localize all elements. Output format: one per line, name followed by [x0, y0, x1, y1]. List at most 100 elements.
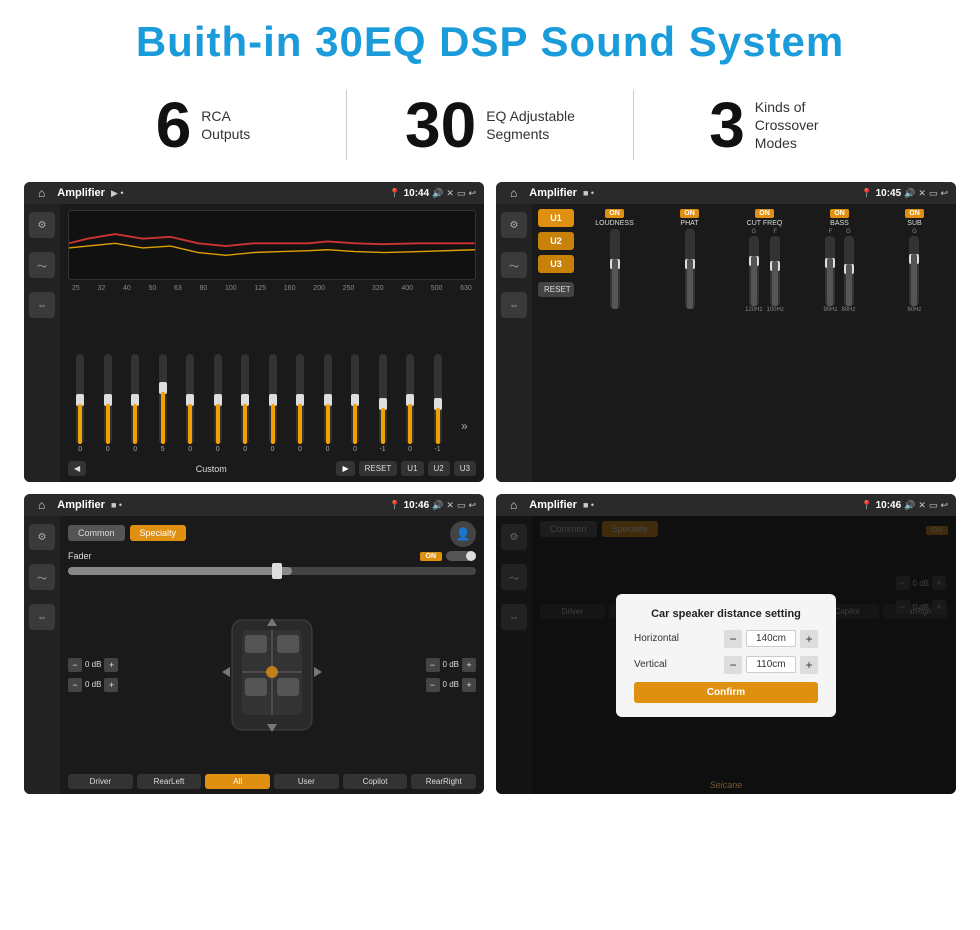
- user-btn[interactable]: User: [274, 774, 339, 789]
- eq-screen: ⌂ Amplifier ▶ • 📍 10:44 🔊 ✕ ▭ ↩ ⚙ 〜 ⇔: [24, 182, 484, 482]
- amp-status-bar: ⌂ Amplifier ■ • 📍 10:45 🔊 ✕ ▭ ↩: [496, 182, 956, 204]
- horizontal-value: 140cm: [746, 630, 796, 647]
- db-val-3: 0 dB: [443, 660, 459, 669]
- amp-phat-on[interactable]: ON: [680, 209, 699, 218]
- speaker-db-row1: − 0 dB +: [68, 658, 118, 672]
- amp-cutfreq-f-slider[interactable]: [770, 236, 780, 306]
- fader-screen: ⌂ Amplifier ■ • 📍 10:46 🔊 ✕ ▭ ↩ ⚙ 〜 ⇔: [24, 494, 484, 794]
- dialog-back-icon[interactable]: ↩: [940, 500, 948, 511]
- profile-icon[interactable]: 👤: [450, 521, 476, 547]
- fader-sidebar-btn2[interactable]: 〜: [29, 564, 55, 590]
- eq-graph: [68, 210, 476, 280]
- db-minus-2[interactable]: −: [68, 678, 82, 692]
- stat-eq-label: EQ AdjustableSegments: [486, 107, 575, 143]
- distance-dialog: Car speaker distance setting Horizontal …: [616, 594, 836, 717]
- fader-sidebar-btn3[interactable]: ⇔: [29, 604, 55, 630]
- amp-bass-name: BASS: [830, 220, 849, 227]
- dialog-content: ⚙ 〜 ⇔ Common Specialty ON Driver RearLef…: [496, 516, 956, 794]
- dialog-vertical-label: Vertical: [634, 659, 689, 670]
- rearleft-btn[interactable]: RearLeft: [137, 774, 202, 789]
- eq-u3-btn[interactable]: U3: [454, 461, 476, 476]
- eq-prev-btn[interactable]: ◀: [68, 461, 86, 476]
- amp-sidebar-btn2[interactable]: 〜: [501, 252, 527, 278]
- amp-sub-on[interactable]: ON: [905, 209, 924, 218]
- amp-loudness-on[interactable]: ON: [605, 209, 624, 218]
- copilot-btn[interactable]: Copilot: [343, 774, 408, 789]
- fader-on-badge[interactable]: ON: [420, 552, 443, 561]
- eq-slider-10: 0: [324, 354, 332, 453]
- fader-toggle[interactable]: [446, 551, 476, 561]
- db-val-1: 0 dB: [85, 660, 101, 669]
- horizontal-minus-btn[interactable]: −: [724, 630, 742, 648]
- amp-loudness-slider[interactable]: [610, 229, 620, 309]
- vertical-minus-btn[interactable]: −: [724, 656, 742, 674]
- fader-toggle-thumb: [466, 551, 476, 561]
- all-btn[interactable]: All: [205, 774, 270, 789]
- db-minus-3[interactable]: −: [426, 658, 440, 672]
- fader-sidebar-btn1[interactable]: ⚙: [29, 524, 55, 550]
- db-minus-4[interactable]: −: [426, 678, 440, 692]
- dialog-window-icon: ▭: [929, 500, 938, 511]
- eq-u1-btn[interactable]: U1: [401, 461, 423, 476]
- db-plus-1[interactable]: +: [104, 658, 118, 672]
- amp-reset-btn[interactable]: RESET: [538, 282, 574, 297]
- eq-play-btn[interactable]: ▶: [336, 461, 354, 476]
- fader-label-row: Fader ON: [68, 551, 476, 561]
- amp-u3-btn[interactable]: U3: [538, 255, 574, 273]
- dialog-overlay: Car speaker distance setting Horizontal …: [496, 516, 956, 794]
- eq-reset-btn[interactable]: RESET: [359, 461, 398, 476]
- speaker-left-col: − 0 dB + − 0 dB +: [68, 658, 118, 692]
- fader-back-icon[interactable]: ↩: [468, 500, 476, 511]
- confirm-button[interactable]: Confirm: [634, 682, 818, 703]
- amp-home-icon[interactable]: ⌂: [504, 186, 523, 200]
- amp-cutfreq-g-slider[interactable]: [749, 236, 759, 306]
- amp-bass-f-slider[interactable]: [825, 236, 835, 306]
- home-icon[interactable]: ⌂: [32, 186, 51, 200]
- fader-specialty-tab[interactable]: Specialty: [130, 525, 187, 541]
- amp-cutfreq-g: G 120Hz: [745, 229, 762, 314]
- db-plus-4[interactable]: +: [462, 678, 476, 692]
- amp-bass-on[interactable]: ON: [830, 209, 849, 218]
- db-plus-3[interactable]: +: [462, 658, 476, 672]
- fader-common-tab[interactable]: Common: [68, 525, 125, 541]
- fader-location-icon: 📍: [389, 500, 400, 511]
- eq-slider-9: 0: [296, 354, 304, 453]
- fader-slider[interactable]: [68, 567, 476, 575]
- eq-back-icon[interactable]: ↩: [468, 188, 476, 199]
- driver-btn[interactable]: Driver: [68, 774, 133, 789]
- vertical-value: 110cm: [746, 656, 796, 673]
- eq-sidebar-btn2[interactable]: 〜: [29, 252, 55, 278]
- amp-bass-g-slider[interactable]: [844, 236, 854, 306]
- amp-u2-btn[interactable]: U2: [538, 232, 574, 250]
- speaker-db-row4: − 0 dB +: [426, 678, 476, 692]
- eq-status-center: 📍 10:44 🔊 ✕ ▭ ↩: [389, 188, 476, 199]
- amp-sidebar-btn1[interactable]: ⚙: [501, 212, 527, 238]
- fader-status-left: ⌂ Amplifier ■ •: [32, 498, 122, 512]
- amp-screen: ⌂ Amplifier ■ • 📍 10:45 🔊 ✕ ▭ ↩ ⚙ 〜 ⇔ U: [496, 182, 956, 482]
- rearright-btn[interactable]: RearRight: [411, 774, 476, 789]
- car-diagram-svg: [217, 610, 327, 740]
- amp-sub-slider[interactable]: [909, 236, 919, 306]
- speaker-db-row2: − 0 dB +: [68, 678, 118, 692]
- eq-sidebar-btn3[interactable]: ⇔: [29, 292, 55, 318]
- eq-status-left: ⌂ Amplifier ▶ •: [32, 186, 124, 200]
- amp-cutfreq-on[interactable]: ON: [755, 209, 774, 218]
- fader-x-icon: ✕: [446, 500, 454, 511]
- dialog-home-icon[interactable]: ⌂: [504, 498, 523, 512]
- amp-back-icon[interactable]: ↩: [940, 188, 948, 199]
- eq-sidebar-btn1[interactable]: ⚙: [29, 212, 55, 238]
- eq-status-bar: ⌂ Amplifier ▶ • 📍 10:44 🔊 ✕ ▭ ↩: [24, 182, 484, 204]
- fader-home-icon[interactable]: ⌂: [32, 498, 51, 512]
- amp-sidebar-btn3[interactable]: ⇔: [501, 292, 527, 318]
- db-plus-2[interactable]: +: [104, 678, 118, 692]
- horizontal-plus-btn[interactable]: +: [800, 630, 818, 648]
- amp-app-name: Amplifier: [529, 187, 577, 199]
- vertical-plus-btn[interactable]: +: [800, 656, 818, 674]
- amp-phat-slider[interactable]: [685, 229, 695, 309]
- amp-u1-btn[interactable]: U1: [538, 209, 574, 227]
- db-minus-1[interactable]: −: [68, 658, 82, 672]
- dialog-status-bar: ⌂ Amplifier ■ • 📍 10:46 🔊 ✕ ▭ ↩: [496, 494, 956, 516]
- page-header: Buith-in 30EQ DSP Sound System: [0, 0, 980, 76]
- fader-sidebar: ⚙ 〜 ⇔: [24, 516, 60, 794]
- eq-u2-btn[interactable]: U2: [428, 461, 450, 476]
